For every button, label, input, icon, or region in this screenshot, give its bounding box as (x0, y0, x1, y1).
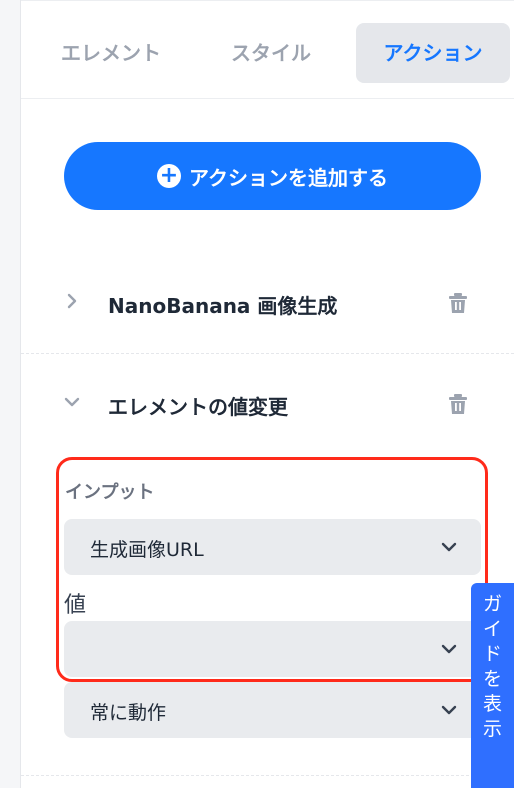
guide-char: ド (482, 643, 502, 665)
trigger-select-value: 常に動作 (90, 702, 167, 724)
tab-element[interactable]: エレメント (41, 23, 181, 83)
action-item-value-change[interactable]: エレメントの値変更 (21, 355, 514, 455)
input-label: インプット (65, 482, 155, 503)
value-label: 値 (64, 593, 87, 618)
guide-char: ガ (482, 593, 502, 615)
plus-circle-icon: + (157, 164, 181, 188)
action-item-nanobanana[interactable]: NanoBanana 画像生成 (21, 254, 514, 354)
add-action-button[interactable]: + アクションを追加する (64, 142, 481, 210)
input-select[interactable]: 生成画像URL (64, 519, 481, 575)
tab-action[interactable]: アクション (356, 23, 510, 83)
show-guide-button[interactable]: ガ イ ド を 表 示 (471, 583, 514, 788)
action-title: エレメントの値変更 (108, 395, 288, 419)
add-action-label: アクションを追加する (189, 165, 388, 190)
guide-char: 表 (482, 693, 502, 715)
guide-char: を (482, 668, 502, 690)
bottom-divider (21, 775, 514, 776)
guide-char: イ (482, 618, 502, 640)
chevron-down-icon[interactable] (61, 391, 83, 413)
chevron-down-icon (441, 705, 457, 715)
trash-icon[interactable] (447, 292, 469, 314)
action-title: NanoBanana 画像生成 (108, 294, 338, 318)
tab-style[interactable]: スタイル (196, 23, 346, 83)
chevron-right-icon[interactable] (61, 290, 83, 312)
left-gutter (0, 0, 21, 788)
input-select-value: 生成画像URL (90, 539, 204, 561)
value-select[interactable] (64, 621, 481, 677)
tab-bar: エレメント スタイル アクション (21, 1, 514, 99)
trigger-select[interactable]: 常に動作 (64, 682, 481, 738)
chevron-down-icon (441, 644, 457, 654)
guide-char: 示 (482, 718, 502, 740)
chevron-down-icon (441, 542, 457, 552)
trash-icon[interactable] (447, 393, 469, 415)
